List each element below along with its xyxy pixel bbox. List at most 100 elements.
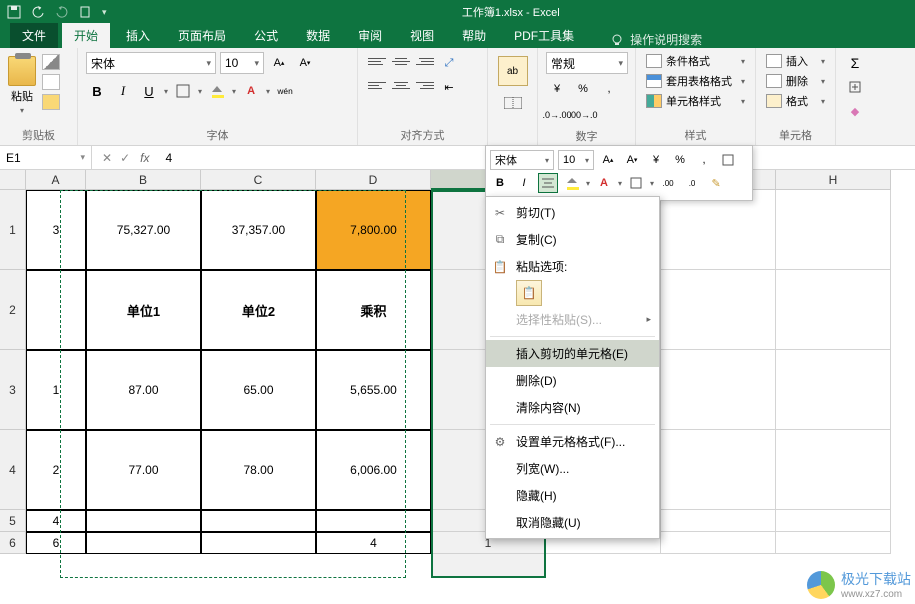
align-bottom-icon[interactable] [414,52,436,70]
cell[interactable]: 5,655.00 [316,350,431,430]
cell[interactable] [316,510,431,532]
row-header-5[interactable]: 5 [0,510,26,532]
save-icon[interactable] [6,4,22,20]
cell[interactable] [661,510,776,532]
menu-copy[interactable]: ⧉复制(C) [486,226,659,253]
select-all-corner[interactable] [0,170,26,190]
cell[interactable]: 87.00 [86,350,201,430]
cell[interactable]: 乘积 [316,270,431,350]
tab-review[interactable]: 审阅 [346,23,394,48]
conditional-format-button[interactable]: 条件格式▾ [644,52,747,70]
cell[interactable] [661,350,776,430]
row-header-3[interactable]: 3 [0,350,26,430]
mini-percent-icon[interactable]: % [670,150,690,170]
tab-layout[interactable]: 页面布局 [166,23,238,48]
paste-option-default[interactable]: 📋 [516,280,542,306]
undo-icon[interactable] [30,4,46,20]
mini-fontcolor-icon[interactable]: A [594,173,614,193]
worksheet[interactable]: A B C D G H 1 2 3 4 5 6 3 75,327.00 37,3… [0,170,915,604]
menu-delete[interactable]: 删除(D) [486,367,659,394]
percent-icon[interactable]: % [572,78,594,100]
col-header-B[interactable]: B [86,170,201,190]
menu-clear-contents[interactable]: 清除内容(N) [486,394,659,421]
mini-incfont-icon[interactable]: A▴ [598,150,618,170]
tab-pdf[interactable]: PDF工具集 [502,23,586,48]
cell[interactable] [661,532,776,554]
cell[interactable] [661,270,776,350]
cell[interactable]: 75,327.00 [86,190,201,270]
copy-icon[interactable] [42,74,60,90]
menu-format-cells[interactable]: ⚙设置单元格格式(F)... [486,428,659,455]
cell[interactable]: 4 [316,532,431,554]
mini-comma-icon[interactable]: , [694,150,714,170]
mini-fillcolor-icon[interactable] [562,173,582,193]
cell[interactable] [776,510,891,532]
cell[interactable] [776,270,891,350]
format-painter-icon[interactable] [42,94,60,110]
merge-icon[interactable] [498,92,528,114]
align-middle-icon[interactable] [390,52,412,70]
cell[interactable]: 37,357.00 [201,190,316,270]
mini-currency-icon[interactable]: ¥ [646,150,666,170]
tab-formula[interactable]: 公式 [242,23,290,48]
paste-button[interactable]: 粘贴 ▾ [8,52,36,115]
autosum-icon[interactable]: Σ [844,52,866,74]
cell[interactable] [661,190,776,270]
currency-icon[interactable]: ¥ [546,78,568,100]
align-left-icon[interactable] [366,76,388,94]
col-header-D[interactable]: D [316,170,431,190]
cell[interactable]: 单位2 [201,270,316,350]
cell[interactable] [201,532,316,554]
mini-aligncenter-icon[interactable] [538,173,558,193]
row-header-1[interactable]: 1 [0,190,26,270]
font-name-combo[interactable]: 宋体▾ [86,52,216,74]
decrease-indent-icon[interactable]: ⇤ [438,76,460,98]
cell[interactable]: 3 [26,190,86,270]
insert-cells-button[interactable]: 插入▾ [764,52,827,70]
mini-border-icon[interactable] [718,150,738,170]
cell[interactable]: 65.00 [201,350,316,430]
cell[interactable] [776,532,891,554]
format-cells-button[interactable]: 格式▾ [764,92,827,110]
orientation-icon[interactable]: ⤢ [438,52,460,74]
border-button[interactable] [172,80,194,102]
col-header-C[interactable]: C [201,170,316,190]
delete-cells-button[interactable]: 删除▾ [764,72,827,90]
row-header-6[interactable]: 6 [0,532,26,554]
align-right-icon[interactable] [414,76,436,94]
clear-icon[interactable]: ◆ [844,100,866,122]
cell[interactable]: 77.00 [86,430,201,510]
fx-icon[interactable]: fx [140,151,157,165]
mini-formatpainter-icon[interactable]: ✎ [706,173,726,193]
redo-icon[interactable] [54,4,70,20]
row-header-4[interactable]: 4 [0,430,26,510]
mini-incdec-icon[interactable]: .0 [682,173,702,193]
mini-decfont-icon[interactable]: A▾ [622,150,642,170]
mini-font-combo[interactable]: 宋体▾ [490,150,554,170]
italic-button[interactable]: I [112,80,134,102]
cell[interactable]: 2 [26,430,86,510]
col-header-A[interactable]: A [26,170,86,190]
name-box[interactable]: E1▾ [0,146,92,169]
cell[interactable]: 6 [26,532,86,554]
increase-font-icon[interactable]: A▴ [268,52,290,74]
menu-unhide[interactable]: 取消隐藏(U) [486,509,659,536]
tab-home[interactable]: 开始 [62,23,110,48]
cell[interactable]: 单位1 [86,270,201,350]
decrease-decimal-icon[interactable]: .00→.0 [572,104,594,126]
increase-decimal-icon[interactable]: .0→.00 [546,104,568,126]
col-header-H[interactable]: H [776,170,891,190]
mini-decdec-icon[interactable]: .00 [658,173,678,193]
tab-help[interactable]: 帮助 [450,23,498,48]
align-top-icon[interactable] [366,52,388,70]
decrease-font-icon[interactable]: A▾ [294,52,316,74]
cell[interactable]: 7,800.00 [316,190,431,270]
cell[interactable] [776,350,891,430]
mini-italic-icon[interactable]: I [514,173,534,193]
cell[interactable] [661,430,776,510]
menu-hide[interactable]: 隐藏(H) [486,482,659,509]
enter-formula-icon[interactable]: ✓ [120,151,130,165]
font-size-combo[interactable]: 10▾ [220,52,264,74]
cell[interactable]: 1 [26,350,86,430]
cell-style-button[interactable]: 单元格样式▾ [644,92,747,110]
